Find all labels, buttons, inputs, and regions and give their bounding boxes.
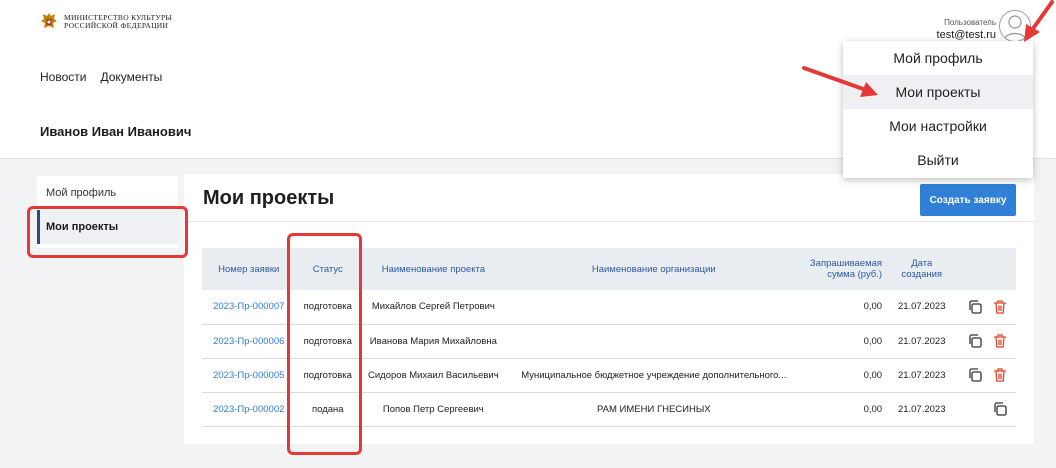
logo-line-2: РОССИЙСКОЙ ФЕДЕРАЦИИ bbox=[64, 21, 169, 30]
table-row[interactable]: 2023-Пр-000007 подготовка Михайлов Серге… bbox=[202, 290, 1016, 324]
organization-cell bbox=[507, 324, 801, 358]
table-header-row: Номер заявки Статус Наименование проекта… bbox=[202, 248, 1016, 290]
person-name: Иванов Иван Иванович bbox=[40, 124, 192, 139]
date-cell: 21.07.2023 bbox=[897, 403, 946, 415]
actions-cell bbox=[957, 358, 1016, 392]
status-cell: подготовка bbox=[303, 369, 352, 381]
date-cell: 21.07.2023 bbox=[897, 369, 946, 381]
actions-cell bbox=[957, 392, 1016, 426]
sum-cell: 0,00 bbox=[863, 369, 883, 381]
project-cell: Попов Петр Сергеевич bbox=[382, 403, 484, 415]
sidebar-menu: Мой профиль Мои проекты bbox=[37, 176, 178, 248]
trash-icon[interactable] bbox=[992, 299, 1008, 315]
organization-cell: РАМ ИМЕНИ ГНЕСИНЫХ bbox=[596, 403, 711, 415]
projects-card: Мои проекты Создать заявку Номер заявки … bbox=[184, 174, 1034, 444]
avatar-icon[interactable] bbox=[999, 10, 1031, 42]
col-project[interactable]: Наименование проекта bbox=[360, 248, 507, 290]
status-cell: подана bbox=[311, 403, 344, 415]
menu-item-logout[interactable]: Выйти bbox=[843, 143, 1033, 177]
col-date[interactable]: Дата создания bbox=[886, 248, 957, 290]
sidebar-item-projects[interactable]: Мои проекты bbox=[37, 210, 178, 244]
col-organization[interactable]: Наименование организации bbox=[507, 248, 801, 290]
status-cell: подготовка bbox=[303, 335, 352, 347]
sum-cell: 0,00 bbox=[863, 301, 883, 313]
actions-cell bbox=[957, 324, 1016, 358]
menu-item-my-profile[interactable]: Мой профиль bbox=[843, 41, 1033, 75]
copy-icon[interactable] bbox=[992, 401, 1008, 417]
application-number-link[interactable]: 2023-Пр-000007 bbox=[213, 301, 284, 312]
page-title: Мои проекты bbox=[203, 187, 335, 209]
project-cell: Михайлов Сергей Петрович bbox=[371, 301, 495, 313]
top-nav: Новости Документы bbox=[40, 70, 162, 84]
sum-cell: 0,00 bbox=[863, 403, 883, 415]
emblem-icon bbox=[41, 13, 57, 28]
logo-text: МИНИСТЕРСТВО КУЛЬТУРЫ РОССИЙСКОЙ ФЕДЕРАЦ… bbox=[64, 14, 172, 30]
date-cell: 21.07.2023 bbox=[897, 335, 946, 347]
user-dropdown-menu: Мой профиль Мои проекты Мои настройки Вы… bbox=[843, 41, 1033, 178]
menu-item-my-projects[interactable]: Мои проекты bbox=[843, 75, 1033, 109]
organization-cell: Муниципальное бюджетное учреждение допол… bbox=[521, 369, 787, 381]
col-status[interactable]: Статус bbox=[296, 248, 361, 290]
ministry-logo[interactable]: МИНИСТЕРСТВО КУЛЬТУРЫ РОССИЙСКОЙ ФЕДЕРАЦ… bbox=[40, 12, 172, 32]
col-actions bbox=[957, 248, 1016, 290]
projects-table: Номер заявки Статус Наименование проекта… bbox=[202, 248, 1016, 427]
organization-cell bbox=[507, 290, 801, 324]
date-cell: 21.07.2023 bbox=[897, 301, 946, 313]
nav-news[interactable]: Новости bbox=[40, 70, 86, 84]
divider bbox=[184, 221, 1034, 222]
sidebar-item-profile[interactable]: Мой профиль bbox=[37, 176, 178, 210]
trash-icon[interactable] bbox=[992, 367, 1008, 383]
application-number-link[interactable]: 2023-Пр-000005 bbox=[213, 370, 284, 381]
application-number-link[interactable]: 2023-Пр-000002 bbox=[213, 404, 284, 415]
nav-documents[interactable]: Документы bbox=[100, 70, 162, 84]
copy-icon[interactable] bbox=[967, 367, 983, 383]
application-number-link[interactable]: 2023-Пр-000006 bbox=[213, 336, 284, 347]
table-row[interactable]: 2023-Пр-000005 подготовка Сидоров Михаил… bbox=[202, 358, 1016, 392]
project-cell: Сидоров Михаил Васильевич bbox=[368, 369, 499, 381]
user-role: Пользователь bbox=[944, 18, 996, 27]
col-number[interactable]: Номер заявки bbox=[202, 248, 296, 290]
table-row[interactable]: 2023-Пр-000002 подана Попов Петр Сергеев… bbox=[202, 392, 1016, 426]
table-row[interactable]: 2023-Пр-000006 подготовка Иванова Мария … bbox=[202, 324, 1016, 358]
sum-cell: 0,00 bbox=[863, 335, 883, 347]
copy-icon[interactable] bbox=[967, 299, 983, 315]
create-application-button[interactable]: Создать заявку bbox=[920, 184, 1016, 216]
col-sum[interactable]: Запрашиваемая сумма (руб.) bbox=[801, 248, 886, 290]
menu-item-my-settings[interactable]: Мои настройки bbox=[843, 109, 1033, 143]
project-cell: Иванова Мария Михайловна bbox=[369, 335, 497, 347]
actions-cell bbox=[957, 290, 1016, 324]
user-email: test@test.ru bbox=[936, 29, 996, 41]
trash-icon[interactable] bbox=[992, 333, 1008, 349]
status-cell: подготовка bbox=[303, 301, 352, 313]
user-info[interactable]: Пользователь test@test.ru bbox=[937, 17, 996, 41]
copy-icon[interactable] bbox=[967, 333, 983, 349]
